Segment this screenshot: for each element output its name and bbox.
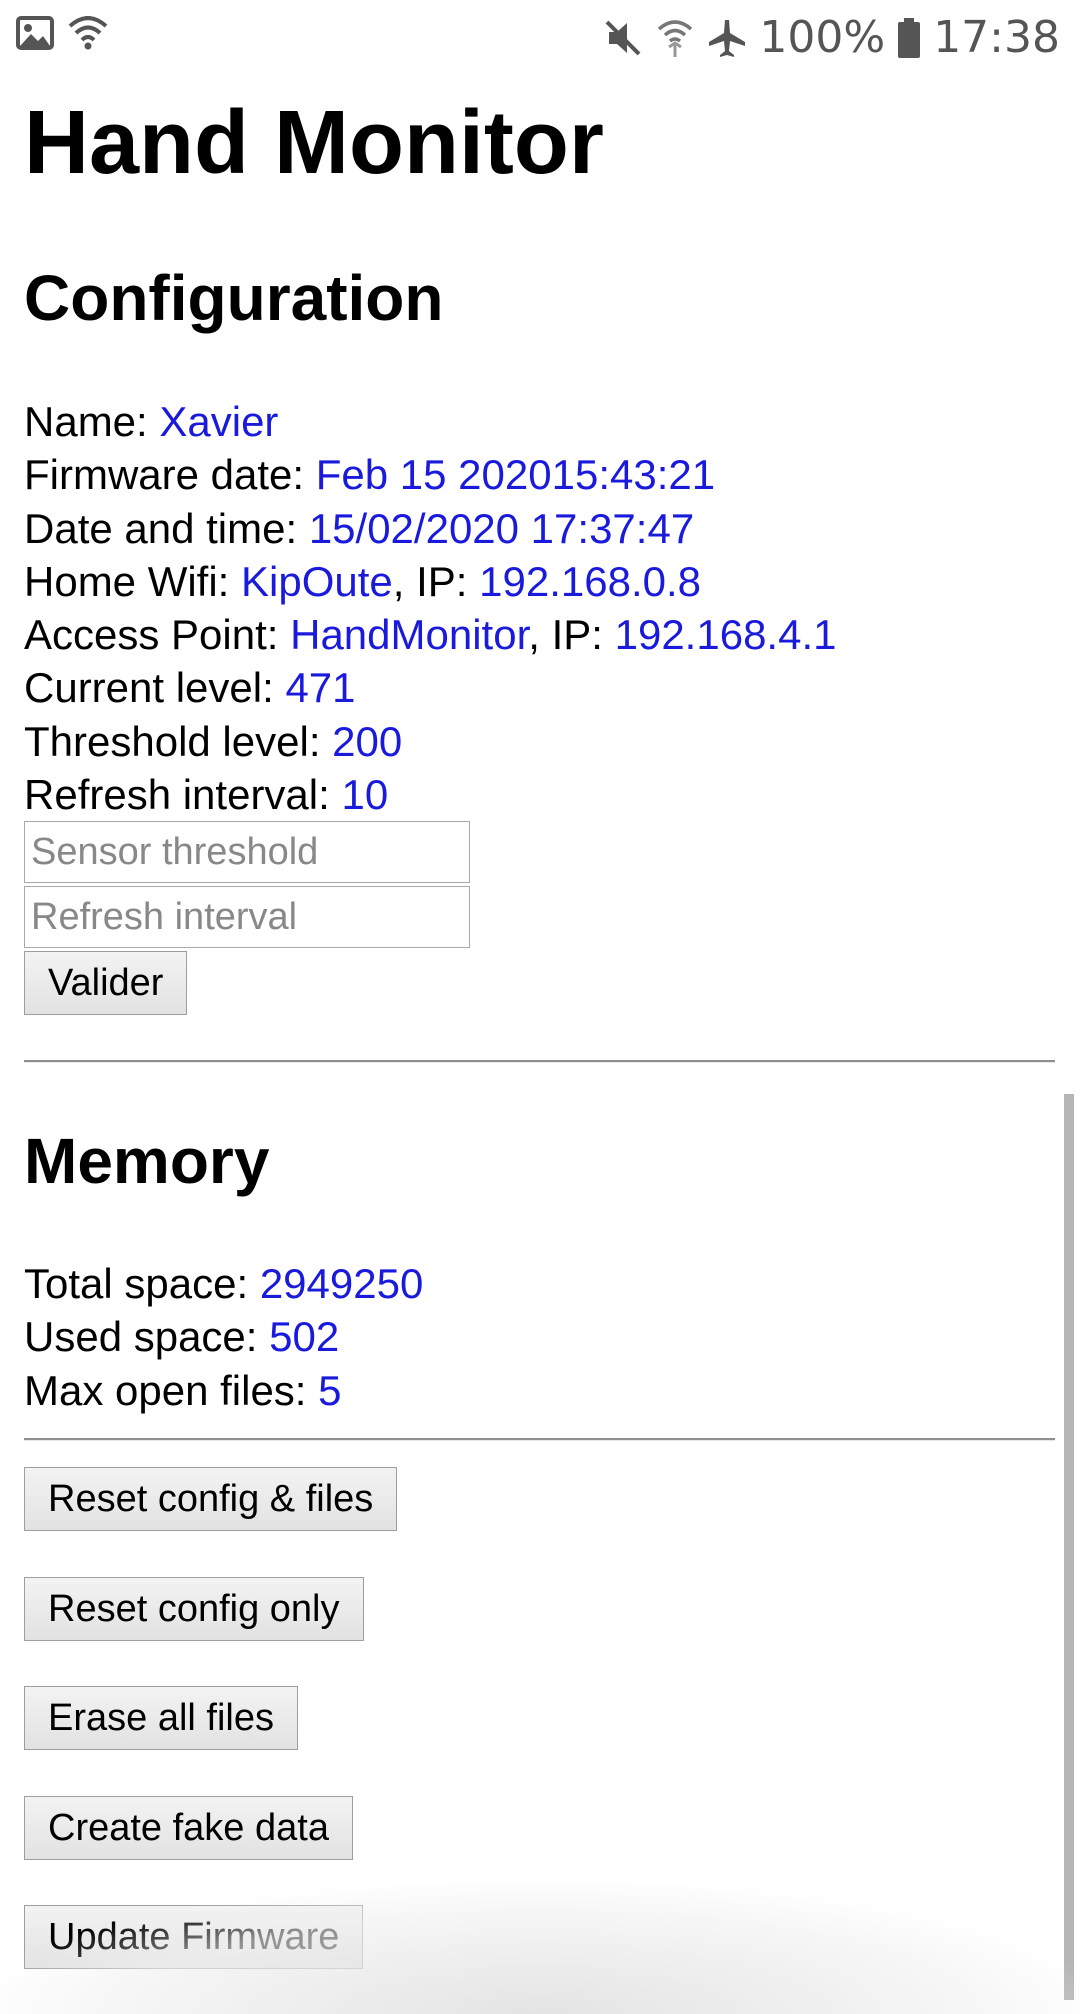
reset-config-files-button[interactable]: Reset config & files — [24, 1467, 398, 1531]
divider — [24, 1060, 1055, 1063]
scrollbar[interactable] — [1064, 1094, 1074, 2000]
image-icon — [16, 16, 54, 50]
update-firmware-button[interactable]: Update Firmware — [24, 1905, 364, 1969]
status-bar: 100% 17:38 — [0, 0, 1080, 72]
firmware-date-row: Firmware date: Feb 15 202015:43:21 — [24, 451, 716, 499]
datetime-row: Date and time: 15/02/2020 17:37:47 — [24, 504, 695, 552]
name-value: Xavier — [159, 398, 279, 445]
memory-heading: Memory — [24, 1125, 270, 1197]
erase-all-files-button[interactable]: Erase all files — [24, 1686, 298, 1750]
name-row: Name: Xavier — [24, 398, 279, 445]
configuration-heading: Configuration — [24, 262, 444, 334]
mute-icon — [603, 18, 643, 58]
datetime-value: 15/02/2020 17:37:47 — [308, 504, 695, 552]
access-point-value: HandMonitor — [290, 611, 529, 659]
page-title: Hand Monitor — [24, 93, 604, 193]
used-space-row: Used space: 502 — [24, 1313, 340, 1361]
battery-percent: 100% — [759, 12, 886, 63]
divider — [24, 1438, 1055, 1441]
current-level-row: Current level: 471 — [24, 664, 356, 712]
refresh-interval-row: Refresh interval: 10 — [24, 771, 389, 819]
threshold-level-value: 200 — [332, 717, 403, 765]
total-space-value: 2949250 — [259, 1260, 424, 1307]
access-point-ip-value: 192.168.4.1 — [614, 611, 837, 659]
home-wifi-value: KipOute — [241, 557, 393, 605]
wifi-icon — [68, 16, 108, 50]
reset-config-only-button[interactable]: Reset config only — [24, 1577, 364, 1641]
refresh-interval-value: 10 — [341, 771, 389, 819]
home-wifi-row: Home Wifi: KipOute, IP: 192.168.0.8 — [24, 557, 702, 605]
current-level-value: 471 — [285, 664, 356, 712]
max-open-files-value: 5 — [318, 1366, 342, 1414]
memory-info: Total space: 2949250 Used space: 502 Max… — [24, 1257, 423, 1417]
firmware-date-value: Feb 15 202015:43:21 — [315, 451, 716, 499]
airplane-mode-icon — [707, 18, 747, 58]
refresh-interval-input[interactable] — [24, 886, 470, 948]
used-space-value: 502 — [269, 1313, 340, 1361]
access-point-row: Access Point: HandMonitor, IP: 192.168.4… — [24, 611, 837, 659]
sensor-threshold-input[interactable] — [24, 821, 470, 883]
valider-button[interactable]: Valider — [24, 951, 188, 1015]
total-space-row: Total space: 2949250 — [24, 1260, 424, 1307]
create-fake-data-button[interactable]: Create fake data — [24, 1796, 353, 1860]
wifi-calling-icon — [655, 17, 695, 59]
threshold-level-row: Threshold level: 200 — [24, 717, 403, 765]
max-open-files-row: Max open files: 5 — [24, 1366, 342, 1414]
home-ip-value: 192.168.0.8 — [479, 557, 702, 605]
configuration-info: Name: Xavier Firmware date: Feb 15 20201… — [24, 395, 836, 821]
battery-icon — [897, 17, 921, 58]
clock: 17:38 — [933, 12, 1060, 63]
